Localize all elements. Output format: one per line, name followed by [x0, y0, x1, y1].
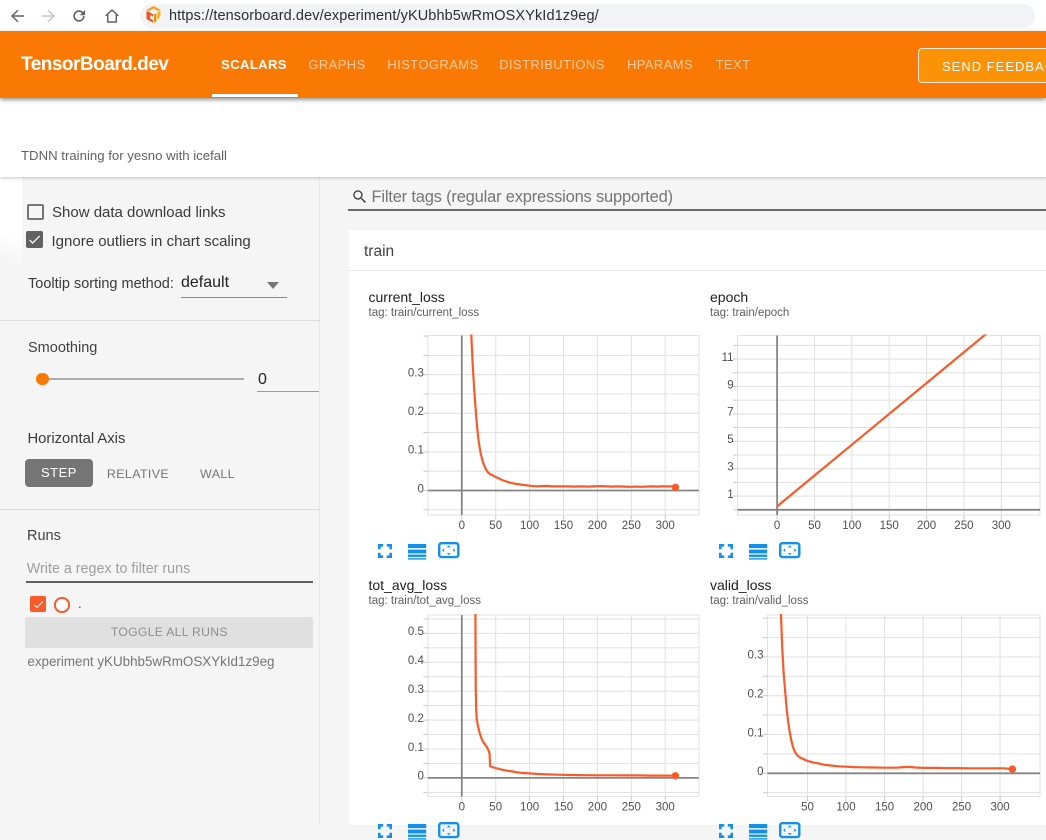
svg-text:0.2: 0.2: [748, 689, 764, 701]
svg-text:300: 300: [991, 802, 1010, 814]
svg-text:150: 150: [554, 802, 573, 814]
svg-text:1: 1: [727, 489, 733, 501]
svg-text:50: 50: [801, 802, 814, 814]
svg-text:200: 200: [588, 802, 607, 814]
svg-text:50: 50: [808, 520, 821, 532]
svg-text:5: 5: [727, 434, 733, 446]
svg-text:300: 300: [656, 520, 675, 532]
svg-text:9: 9: [727, 379, 733, 391]
svg-text:150: 150: [875, 802, 894, 814]
svg-text:200: 200: [914, 802, 933, 814]
svg-text:0.1: 0.1: [748, 727, 764, 739]
svg-text:50: 50: [489, 802, 502, 814]
svg-text:50: 50: [489, 520, 502, 532]
svg-text:11: 11: [722, 352, 734, 364]
svg-text:0: 0: [417, 483, 423, 495]
svg-text:7: 7: [727, 407, 733, 419]
svg-text:250: 250: [622, 520, 641, 532]
svg-text:100: 100: [842, 520, 861, 532]
svg-text:250: 250: [952, 802, 971, 814]
svg-text:0: 0: [417, 771, 423, 783]
svg-text:3: 3: [727, 462, 733, 474]
svg-text:0.2: 0.2: [408, 713, 424, 725]
svg-text:0.1: 0.1: [408, 445, 424, 457]
svg-text:200: 200: [917, 520, 936, 532]
svg-text:0: 0: [757, 766, 763, 778]
svg-text:0.3: 0.3: [748, 650, 764, 662]
svg-text:0.3: 0.3: [408, 684, 424, 696]
svg-text:100: 100: [836, 802, 855, 814]
svg-text:250: 250: [954, 520, 973, 532]
svg-text:0.1: 0.1: [408, 742, 424, 754]
svg-text:100: 100: [520, 520, 539, 532]
svg-text:0: 0: [459, 802, 465, 814]
svg-text:150: 150: [554, 520, 573, 532]
svg-text:200: 200: [588, 520, 607, 532]
svg-text:250: 250: [622, 802, 641, 814]
svg-text:0.5: 0.5: [408, 626, 424, 638]
svg-text:0.3: 0.3: [408, 368, 424, 380]
svg-text:150: 150: [880, 520, 899, 532]
svg-text:0: 0: [774, 520, 780, 532]
svg-text:300: 300: [992, 520, 1011, 532]
svg-text:0.4: 0.4: [408, 655, 425, 667]
svg-text:100: 100: [520, 802, 539, 814]
svg-text:0: 0: [459, 520, 465, 532]
svg-text:300: 300: [656, 802, 675, 814]
svg-text:0.2: 0.2: [408, 406, 424, 418]
